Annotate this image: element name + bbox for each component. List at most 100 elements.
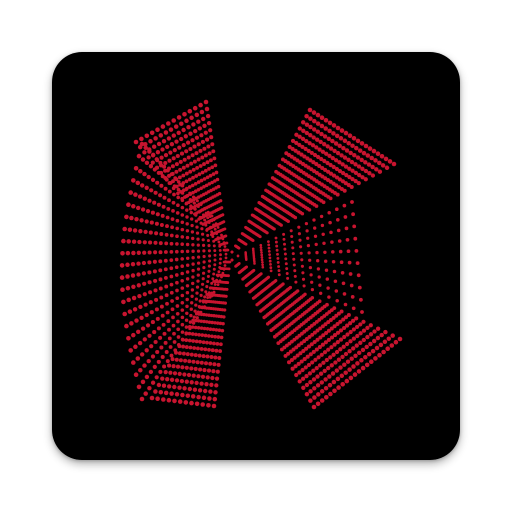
logo-dot (207, 249, 211, 253)
logo-dot (323, 259, 328, 263)
logo-dot (350, 295, 355, 299)
logo-dot (191, 122, 196, 127)
logo-dot (297, 232, 301, 236)
logo-dot (195, 225, 199, 229)
logo-dot (315, 401, 321, 407)
logo-dot (180, 301, 185, 305)
logo-dot (152, 269, 157, 274)
logo-dot (363, 177, 368, 182)
logo-dot (344, 226, 349, 231)
logo-dot (207, 264, 211, 268)
logo-dot (328, 355, 333, 360)
logo-dot (286, 276, 290, 280)
logo-dot (321, 360, 326, 365)
logo-dot (180, 205, 185, 210)
logo-dot (216, 184, 221, 189)
logo-dot (215, 177, 220, 182)
logo-dot (319, 389, 325, 394)
logo-dot (169, 353, 174, 358)
logo-dot (323, 126, 328, 131)
logo-dot (159, 345, 164, 350)
logo-dot (284, 257, 288, 261)
logo-dot (213, 263, 217, 267)
logo-dot (375, 326, 381, 331)
logo-dot (300, 120, 306, 125)
logo-dot (329, 363, 334, 368)
logo-dot (203, 388, 208, 394)
logo-dot (185, 277, 190, 281)
logo-dot (202, 271, 206, 275)
logo-dot (315, 250, 319, 255)
logo-dot (201, 282, 205, 286)
logo-dot (172, 384, 177, 390)
logo-dot (349, 184, 354, 190)
logo-dot (161, 322, 166, 327)
logo-dot (181, 173, 186, 178)
logo-dot (245, 265, 248, 269)
logo-dot (314, 365, 319, 371)
logo-dot (276, 256, 280, 260)
logo-dot (185, 284, 190, 288)
logo-dot (176, 203, 180, 208)
logo-dot (260, 253, 264, 257)
logo-dot (365, 325, 370, 331)
logo-dot (347, 133, 353, 138)
logo-dot (380, 163, 386, 168)
logo-dot (260, 256, 264, 259)
logo-dot (165, 215, 170, 220)
logo-dot (182, 157, 187, 162)
logo-dot (155, 157, 160, 163)
logo-dot (202, 146, 207, 151)
logo-dot (180, 271, 184, 276)
logo-dot (180, 220, 185, 225)
logo-dot (178, 358, 183, 363)
logo-dot (165, 310, 170, 315)
logo-dot (339, 309, 344, 314)
logo-dot (167, 173, 171, 178)
logo-dot (194, 135, 200, 140)
logo-dot (314, 204, 319, 208)
logo-dot (223, 264, 227, 267)
app-icon[interactable] (52, 52, 460, 460)
logo-dot (197, 126, 202, 131)
logo-dot (124, 323, 129, 329)
logo-dot (171, 315, 175, 320)
logo-dot (194, 380, 199, 386)
logo-dot (324, 357, 329, 363)
logo-dot (201, 354, 206, 359)
logo-dot (393, 339, 399, 345)
logo-dot (167, 198, 171, 203)
logo-dot (155, 127, 160, 132)
logo-dot (344, 341, 350, 347)
logo-dot (185, 290, 190, 295)
logo-dot (203, 130, 208, 135)
logo-dot (142, 171, 147, 177)
logo-dot (148, 139, 153, 144)
logo-dot (349, 356, 354, 361)
logo-dot (158, 335, 163, 340)
logo-dot (172, 192, 176, 197)
logo-dot (327, 382, 333, 388)
logo-dot (156, 202, 161, 207)
logo-dot (285, 267, 289, 271)
logo-dot (190, 153, 195, 158)
logo-dot (223, 301, 227, 305)
logo-dot (236, 254, 240, 258)
logo-dot (206, 334, 211, 338)
logo-dot (168, 370, 173, 375)
logo-dot (205, 113, 211, 119)
logo-dot (175, 184, 179, 189)
logo-dot (212, 244, 216, 248)
logo-dot (206, 233, 210, 237)
logo-dot (281, 282, 285, 286)
logo-dot (371, 148, 377, 154)
logo-dot (379, 332, 384, 338)
logo-dot (225, 287, 229, 291)
logo-dot (164, 241, 169, 246)
logo-dot (360, 347, 366, 353)
logo-dot (158, 286, 163, 291)
logo-dot (200, 402, 205, 407)
logo-dot (192, 159, 197, 164)
logo-dot (269, 263, 272, 266)
logo-dot (177, 175, 182, 180)
